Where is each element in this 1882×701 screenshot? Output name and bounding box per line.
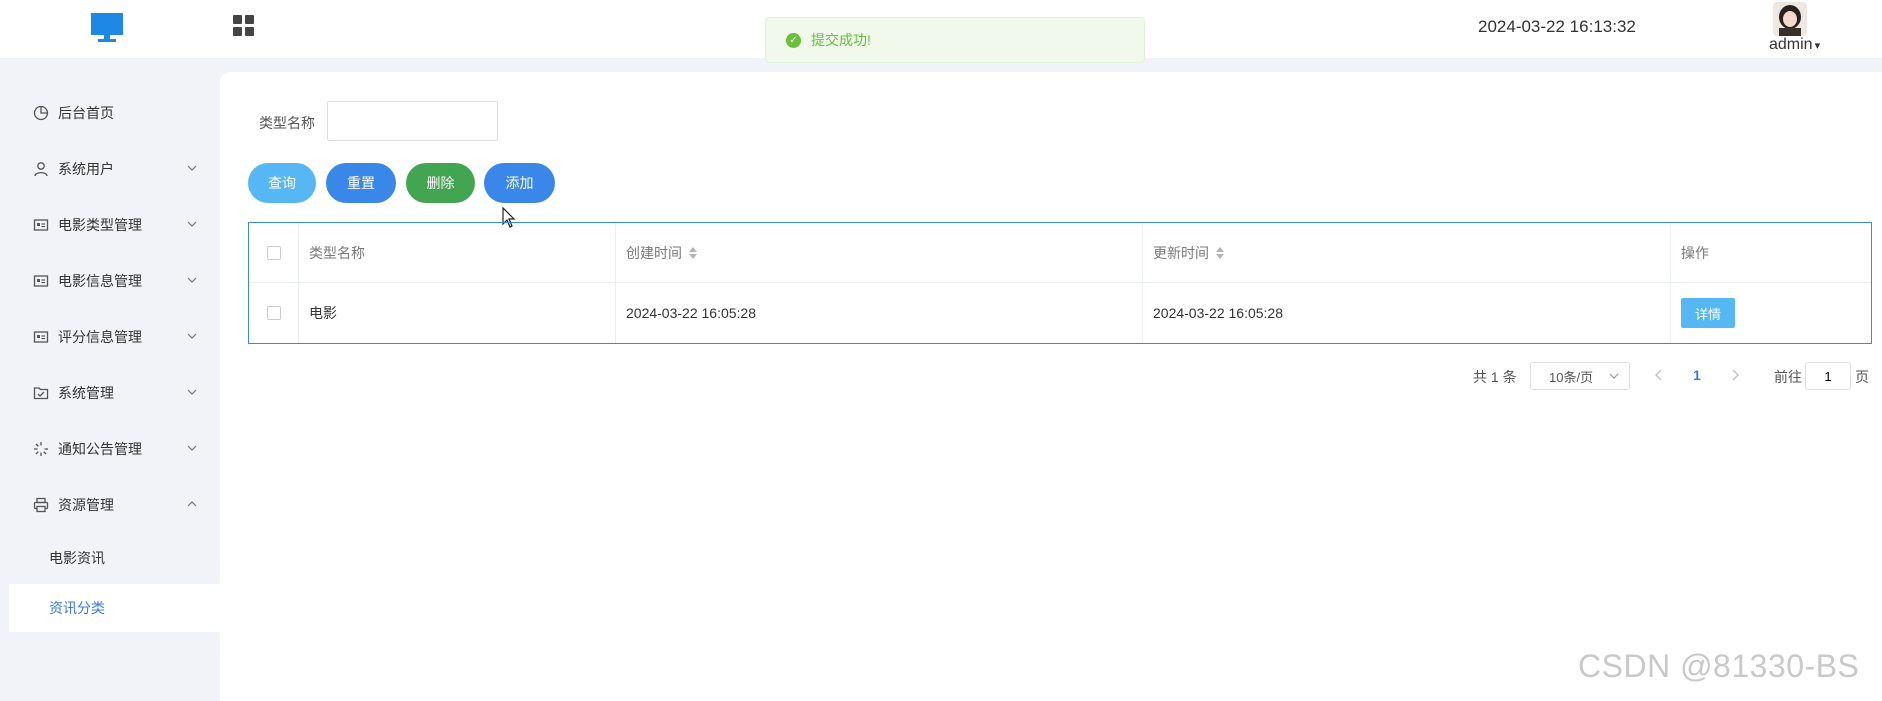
sidebar-item-label: 系统管理 (58, 385, 114, 401)
page-size-select[interactable]: 10条/页 (1530, 362, 1630, 390)
reset-button[interactable]: 重置 (326, 163, 396, 203)
chevron-down-icon (187, 333, 197, 339)
cell-actions: 详情 (1671, 283, 1871, 343)
chevron-down-icon (187, 165, 197, 171)
row-checkbox-cell (249, 283, 299, 343)
table-row: 电影 2024-03-22 16:05:28 2024-03-22 16:05:… (249, 283, 1871, 343)
sidebar-item-label: 电影信息管理 (58, 273, 142, 289)
chevron-down-icon (187, 389, 197, 395)
loading-icon (32, 440, 50, 458)
sidebar-subitem-news-categories[interactable]: 资讯分类 (9, 584, 220, 632)
column-header-updated[interactable]: 更新时间 (1143, 223, 1671, 282)
column-header-label: 创建时间 (626, 244, 682, 261)
sidebar-item-label: 后台首页 (58, 105, 114, 121)
query-button[interactable]: 查询 (248, 163, 316, 203)
chevron-down-icon (1609, 373, 1619, 379)
chevron-down-icon (187, 445, 197, 451)
column-header-created[interactable]: 创建时间 (616, 223, 1143, 282)
monitor-logo-icon (90, 12, 124, 44)
id-card-icon (32, 328, 50, 346)
chevron-down-icon (187, 277, 197, 283)
main-content (220, 72, 1882, 701)
column-header-label: 类型名称 (309, 244, 365, 261)
sidebar-subitem-label: 资讯分类 (49, 600, 105, 616)
search-label: 类型名称 (259, 115, 315, 131)
sidebar-item-system-users[interactable]: 系统用户 (0, 144, 220, 194)
grid-menu-icon[interactable] (232, 14, 256, 38)
chevron-down-icon (187, 221, 197, 227)
page-suffix-label: 页 (1855, 369, 1869, 385)
sidebar-subitem-movie-news[interactable]: 电影资讯 (0, 534, 220, 582)
user-icon (32, 160, 50, 178)
delete-button[interactable]: 删除 (406, 163, 475, 203)
sidebar-item-movie-info[interactable]: 电影信息管理 (0, 256, 220, 306)
sidebar-item-notices[interactable]: 通知公告管理 (0, 424, 220, 474)
add-button[interactable]: 添加 (484, 163, 555, 203)
column-header-label: 操作 (1681, 244, 1709, 261)
sidebar-subitem-label: 电影资讯 (49, 550, 105, 566)
sidebar-item-ratings[interactable]: 评分信息管理 (0, 312, 220, 362)
goto-label: 前往 (1774, 369, 1802, 385)
success-toast: ✓ 提交成功! (765, 17, 1145, 63)
page-number-current[interactable]: 1 (1693, 367, 1701, 383)
header-datetime: 2024-03-22 16:13:32 (1478, 17, 1636, 36)
sidebar-item-movie-types[interactable]: 电影类型管理 (0, 200, 220, 250)
id-card-icon (32, 272, 50, 290)
chevron-up-icon (187, 501, 197, 507)
type-name-input[interactable] (327, 101, 498, 141)
caret-down-icon: ▾ (1814, 40, 1821, 52)
sidebar-item-label: 评分信息管理 (58, 329, 142, 345)
id-card-icon (32, 216, 50, 234)
user-menu[interactable]: admin ▾ (1769, 36, 1820, 54)
select-all-checkbox[interactable] (266, 245, 281, 260)
pie-chart-icon (32, 104, 50, 122)
detail-button[interactable]: 详情 (1681, 298, 1735, 328)
row-checkbox[interactable] (266, 306, 281, 320)
data-table: 类型名称 创建时间 更新时间 操作 电影 2024-03-22 16:05:28… (248, 222, 1872, 344)
cell-created-time: 2024-03-22 16:05:28 (616, 283, 1143, 343)
sidebar-item-dashboard[interactable]: 后台首页 (0, 88, 220, 138)
column-header-actions: 操作 (1671, 223, 1871, 282)
folder-check-icon (32, 384, 50, 402)
sort-icon[interactable] (1215, 246, 1225, 260)
sidebar-item-label: 资源管理 (58, 497, 114, 513)
sidebar-item-label: 通知公告管理 (58, 441, 142, 457)
printer-icon (32, 496, 50, 514)
sort-icon[interactable] (688, 246, 698, 260)
chevron-left-icon[interactable] (1652, 366, 1666, 384)
pagination-total: 共 1 条 (1473, 369, 1517, 385)
sidebar-item-label: 电影类型管理 (58, 217, 142, 233)
column-header-name: 类型名称 (299, 223, 616, 282)
toast-message: 提交成功! (811, 32, 871, 48)
cell-updated-time: 2024-03-22 16:05:28 (1143, 283, 1671, 343)
header-checkbox-cell (249, 223, 299, 282)
table-header-row: 类型名称 创建时间 更新时间 操作 (249, 223, 1871, 283)
goto-page-input[interactable] (1805, 362, 1851, 390)
check-circle-icon: ✓ (786, 32, 801, 48)
page-size-value: 10条/页 (1549, 369, 1594, 385)
cell-type-name: 电影 (299, 283, 616, 343)
sidebar-item-system-management[interactable]: 系统管理 (0, 368, 220, 418)
sidebar-item-label: 系统用户 (58, 161, 114, 177)
chevron-right-icon[interactable] (1728, 366, 1742, 384)
column-header-label: 更新时间 (1153, 244, 1209, 261)
sidebar-item-resources[interactable]: 资源管理 (0, 480, 220, 530)
user-avatar[interactable] (1773, 2, 1807, 36)
user-name: admin (1769, 36, 1813, 53)
watermark: CSDN @81330-BS (1578, 648, 1860, 684)
